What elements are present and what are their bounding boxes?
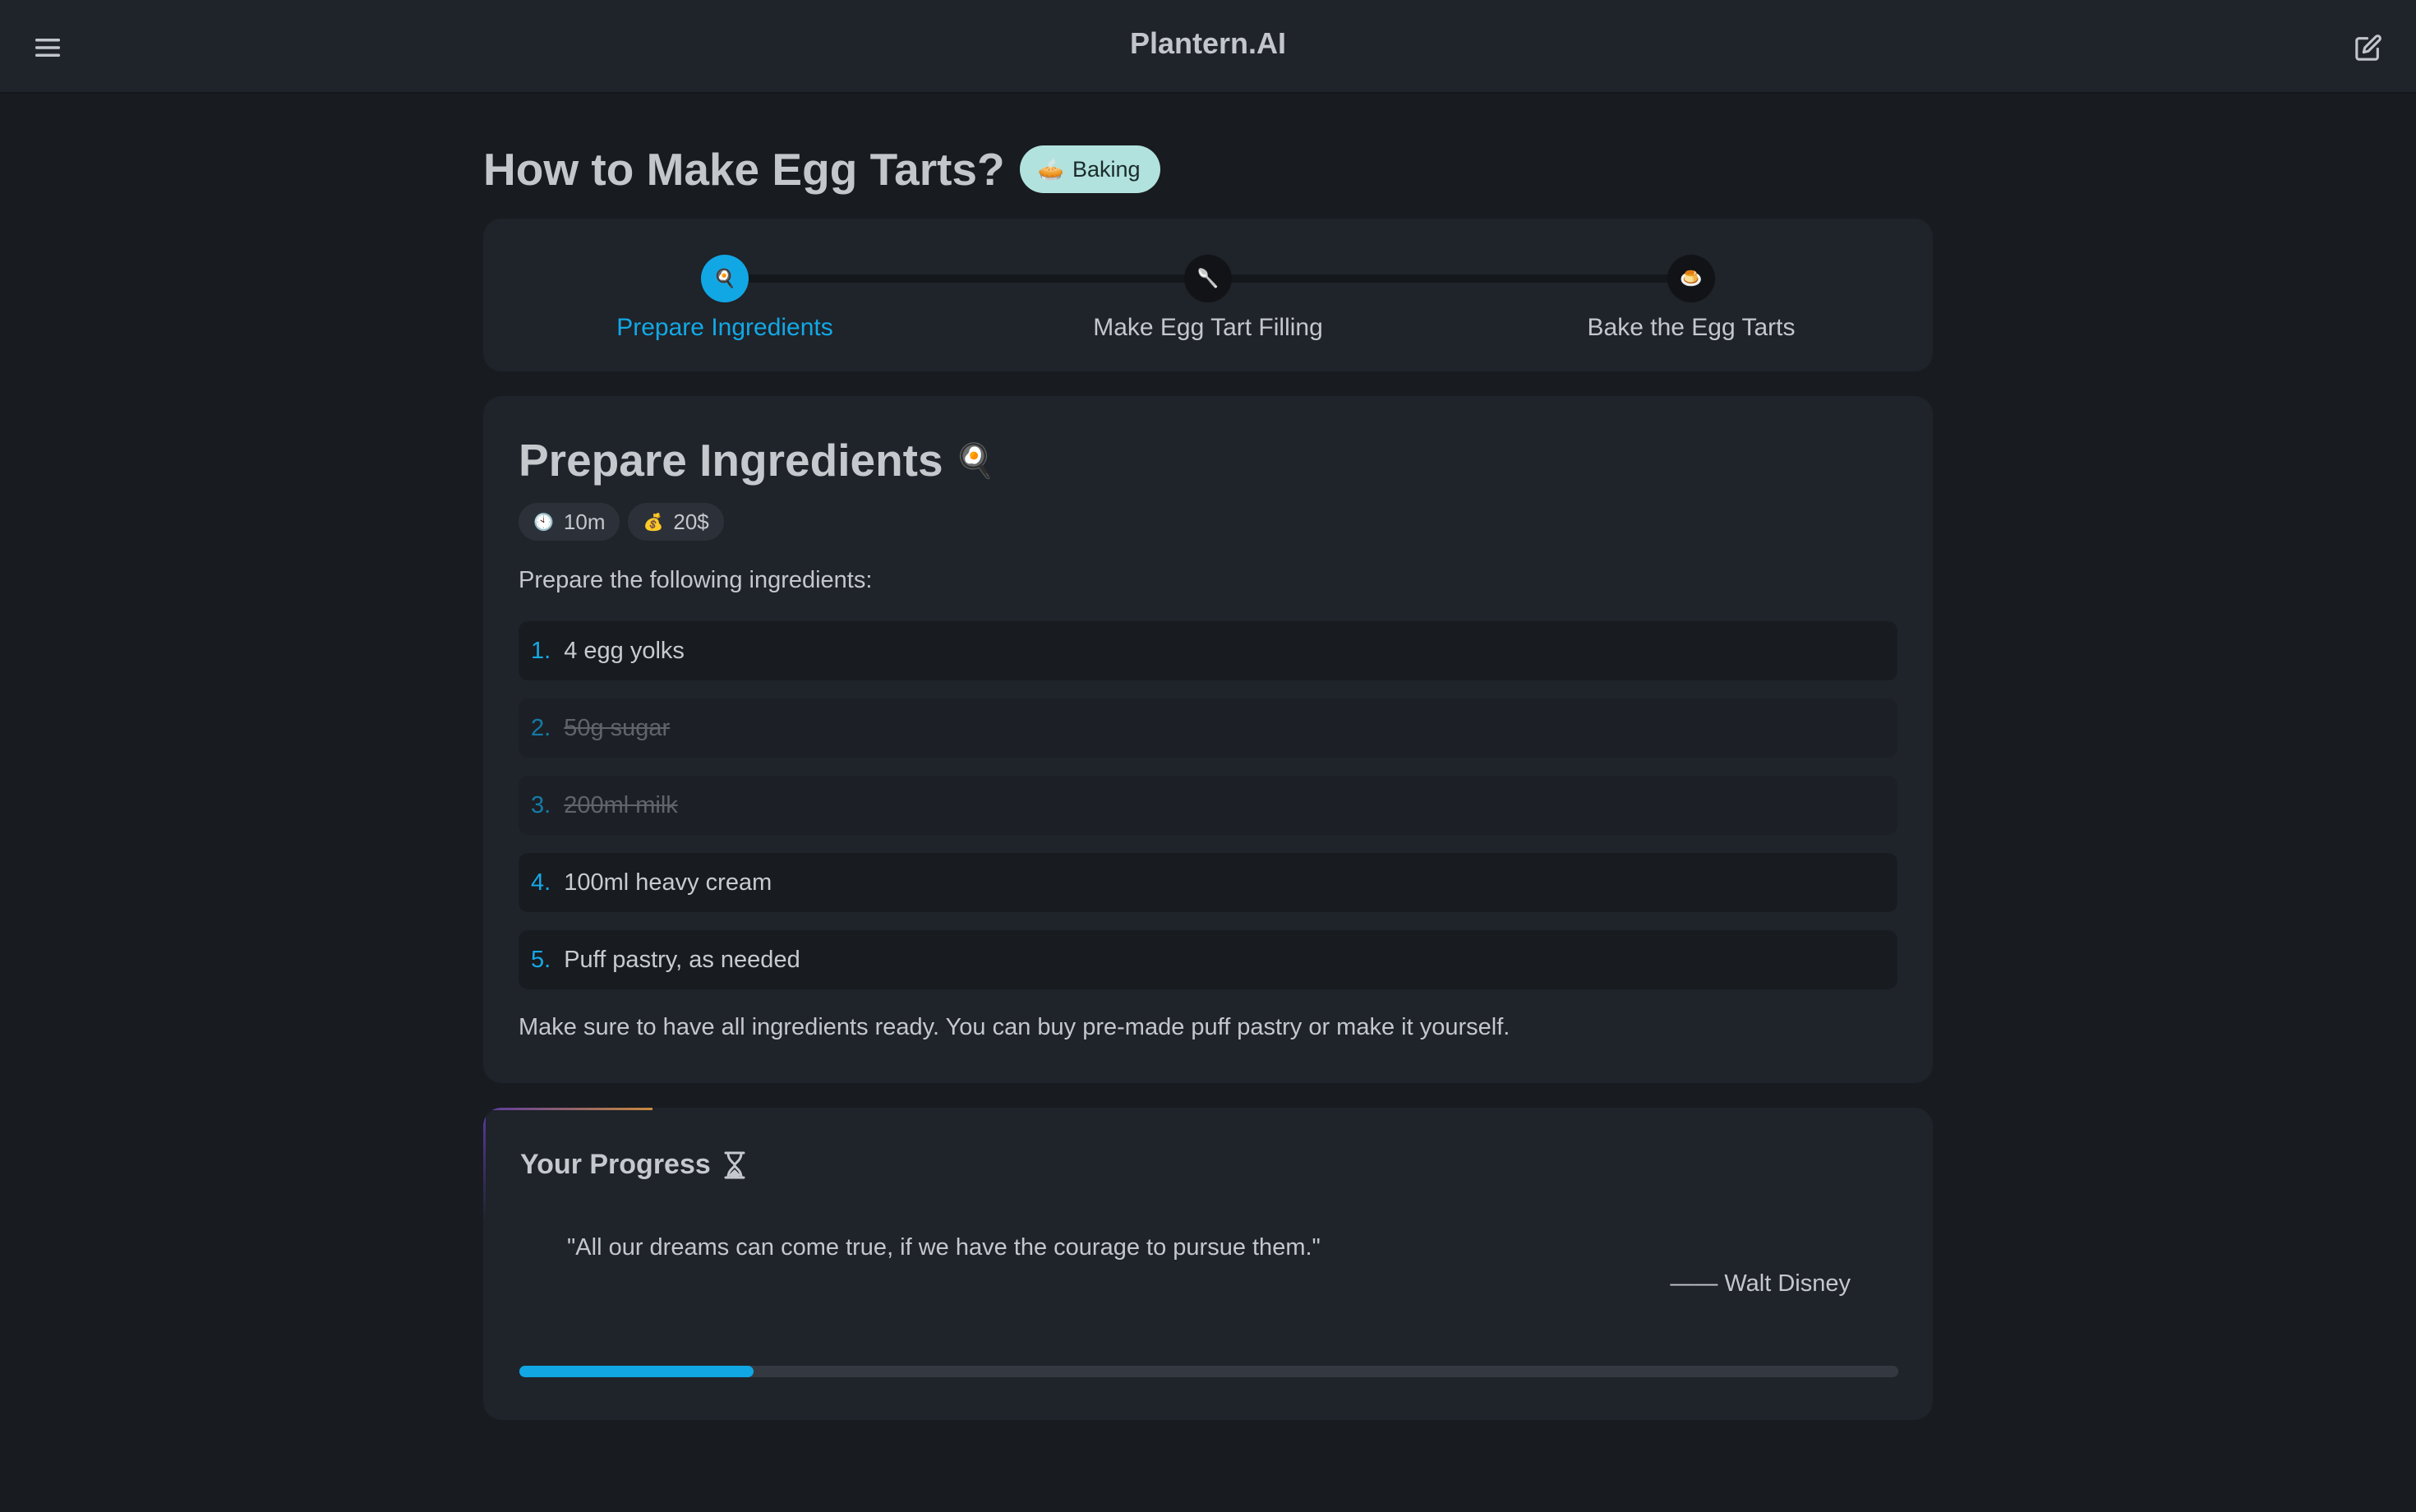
spoon-icon: 🥄 [1184, 255, 1232, 302]
progress-bar-fill [519, 1366, 754, 1377]
clock-icon: 🕙 [533, 513, 554, 532]
time-value: 10m [563, 509, 606, 534]
progress-title: Your Progress [520, 1149, 745, 1181]
ingredient-number: 2. [531, 714, 551, 741]
accent-border [483, 1108, 652, 1110]
pie-emoji-icon: 🥧 [1037, 156, 1064, 182]
ingredient-number: 5. [531, 946, 551, 973]
step-meta: 🕙 10m 💰 20$ [519, 503, 732, 541]
page-title: How to Make Egg Tarts? [483, 144, 1005, 195]
motivational-quote: "All our dreams can come true, if we hav… [567, 1234, 1321, 1261]
ingredient-text: 4 egg yolks [564, 637, 685, 664]
app-title: Plantern.AI [1129, 26, 1287, 60]
progress-bar [519, 1366, 1898, 1377]
ingredient-text: 200ml milk [564, 791, 678, 818]
step-prepare-ingredients[interactable]: 🍳 Prepare Ingredients [560, 255, 889, 342]
ingredient-number: 3. [531, 791, 551, 818]
ingredient-text: 100ml heavy cream [564, 869, 772, 896]
step-label: Prepare Ingredients [616, 314, 833, 341]
edit-icon[interactable] [2350, 30, 2386, 66]
ingredient-number: 1. [531, 637, 551, 664]
category-badge[interactable]: 🥧 Baking [1019, 145, 1160, 193]
ingredient-list: 1. 4 egg yolks 2. 50g sugar 3. 200ml mil… [519, 621, 1897, 1007]
ingredient-text: Puff pastry, as needed [564, 946, 800, 973]
money-bag-icon: 💰 [643, 513, 664, 532]
cost-chip: 💰 20$ [628, 503, 724, 541]
quote-author: —— Walt Disney [1670, 1270, 1851, 1297]
top-bar: Plantern.AI [0, 0, 2416, 94]
ingredient-text: 50g sugar [564, 714, 671, 741]
ingredient-number: 4. [531, 869, 551, 896]
step-make-filling[interactable]: 🥄 Make Egg Tart Filling [1044, 255, 1372, 342]
ingredient-item[interactable]: 2. 50g sugar [519, 698, 1897, 758]
step-detail-card: Prepare Ingredients 🍳 🕙 10m 💰 20$ Prepar… [483, 396, 1933, 1083]
accent-border [483, 1108, 486, 1223]
ingredient-item[interactable]: 5. Puff pastry, as needed [519, 930, 1897, 989]
hourglass-icon [724, 1151, 745, 1179]
frying-pan-icon: 🍳 [954, 442, 996, 479]
ingredient-item[interactable]: 1. 4 egg yolks [519, 621, 1897, 680]
cost-value: 20$ [673, 509, 709, 534]
ingredients-note: Make sure to have all ingredients ready.… [519, 1014, 1510, 1040]
category-label: Baking [1072, 156, 1141, 182]
progress-card: Your Progress "All our dreams can come t… [483, 1108, 1933, 1420]
step-label: Bake the Egg Tarts [1587, 314, 1796, 341]
step-detail-title: Prepare Ingredients 🍳 [519, 435, 996, 486]
frying-pan-icon: 🍳 [701, 255, 749, 302]
time-chip: 🕙 10m [519, 503, 620, 541]
ingredients-intro: Prepare the following ingredients: [519, 567, 873, 593]
step-bake-tarts[interactable]: 🍮 Bake the Egg Tarts [1527, 255, 1856, 342]
ingredient-item[interactable]: 3. 200ml milk [519, 776, 1897, 835]
step-label: Make Egg Tart Filling [1093, 314, 1323, 341]
ingredient-item[interactable]: 4. 100ml heavy cream [519, 853, 1897, 912]
step-navigator: 🍳 Prepare Ingredients 🥄 Make Egg Tart Fi… [483, 219, 1933, 371]
page-header: How to Make Egg Tarts? 🥧 Baking [483, 141, 1160, 197]
custard-icon: 🍮 [1667, 255, 1715, 302]
